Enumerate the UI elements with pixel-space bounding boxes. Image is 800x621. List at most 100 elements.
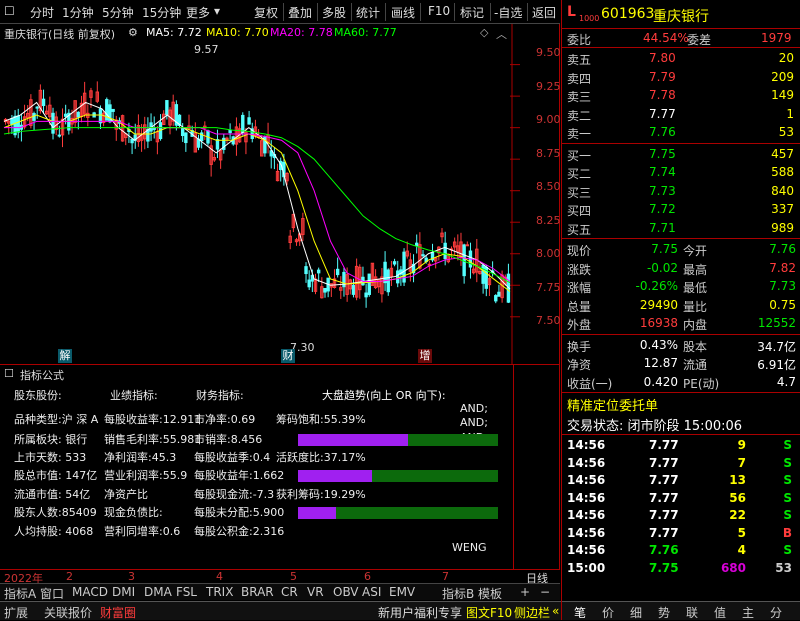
ind-tab[interactable]: BRAR (241, 585, 274, 599)
btn-wealth[interactable]: 财富圈 (100, 604, 136, 621)
tick-side: S (783, 438, 792, 452)
btn-back[interactable]: 返回 (532, 4, 556, 21)
btn-fuquan[interactable]: 复权 (254, 4, 278, 21)
ind-tab[interactable]: + (520, 585, 530, 599)
stat-value: 0.43% (639, 337, 678, 352)
ind-tab[interactable]: 指标B (442, 585, 474, 602)
weicha-label: 委差 (687, 33, 712, 47)
weibi-value: 44.54% (643, 31, 689, 45)
ind-tab[interactable]: FSL (176, 585, 197, 599)
ind-tab[interactable]: EMV (389, 585, 415, 599)
ind-tab-holders[interactable]: 股东股份: (14, 387, 62, 403)
ind-tab[interactable]: DMI (112, 585, 135, 599)
candle-body (241, 114, 245, 134)
y-tick: 8.75 (536, 147, 561, 160)
sell-row[interactable]: 卖四 7.79 209 (561, 69, 800, 87)
buy-price: 7.72 (649, 202, 676, 216)
weng-label: WENG (452, 541, 487, 554)
tab-more[interactable]: 更多 (186, 4, 210, 21)
jz-row[interactable]: 精准定位委托单 (561, 394, 800, 414)
tick-volume: 4 (737, 543, 746, 557)
ind-tab[interactable]: DMA (144, 585, 172, 599)
tab-1min[interactable]: 1分钟 (62, 4, 94, 21)
btn-expand[interactable]: 扩展 (4, 604, 28, 621)
ind-tab[interactable]: MACD (72, 585, 108, 599)
sell-row[interactable]: 卖一 7.76 53 (561, 124, 800, 142)
buy-volume: 989 (771, 220, 794, 235)
candle-body (35, 106, 39, 109)
sell-row[interactable]: 卖五 7.80 20 (561, 50, 800, 68)
stat-label: 换手 (567, 339, 592, 354)
ind-tab[interactable]: 指标A (4, 585, 36, 602)
buy-level: 买二 (567, 167, 592, 181)
btn-draw[interactable]: 画线 (391, 4, 415, 21)
info-eps-rate: 每股收益率:12.911 (104, 413, 202, 426)
ind-tab[interactable]: ASI (362, 585, 381, 599)
checkbox-icon[interactable]: ☐ (4, 4, 15, 18)
btn-multi[interactable]: 多股 (322, 4, 346, 21)
btn-stats[interactable]: 统计 (356, 4, 380, 21)
buy-row[interactable]: 买三 7.73 840 (561, 183, 800, 201)
buy-row[interactable]: 买二 7.74 588 (561, 164, 800, 182)
tick-time: 14:56 (567, 525, 606, 540)
ind-tab[interactable]: CR (281, 585, 298, 599)
dropdown-icon[interactable]: ▾ (214, 4, 220, 18)
stat-value: 0.420 (643, 374, 678, 389)
sell-row[interactable]: 卖二 7.77 1 (561, 106, 800, 124)
candle-body (130, 138, 134, 144)
marker-cai[interactable]: 财 (281, 349, 295, 363)
tick-side: S (783, 490, 792, 505)
btn-watchlist[interactable]: -自选 (494, 4, 522, 21)
candle-body (76, 111, 81, 118)
ind-tab[interactable]: 模板 (478, 585, 502, 602)
marker-jie[interactable]: 解 (58, 349, 72, 363)
and-label: AND; (460, 402, 488, 415)
tab-15min[interactable]: 15分钟 (142, 4, 181, 21)
buy-row[interactable]: 买一 7.75 457 (561, 146, 800, 164)
ind-tab-finance[interactable]: 财务指标: (196, 387, 244, 403)
btn-overlay[interactable]: 叠加 (288, 4, 312, 21)
buy-row[interactable]: 买五 7.71 989 (561, 220, 800, 238)
btn-mark[interactable]: 标记 (460, 4, 484, 21)
checkbox-icon[interactable]: ☐ (4, 367, 14, 380)
btn-related[interactable]: 关联报价 (44, 604, 92, 621)
sell-level: 卖三 (567, 90, 592, 104)
trade-status: 交易状态: 闭市阶段 15:00:06 (567, 419, 743, 434)
tab-5min[interactable]: 5分钟 (102, 4, 134, 21)
ind-tab[interactable]: 窗口 (40, 585, 64, 602)
kline-chart[interactable]: 重庆银行(日线 前复权) ⚙ MA5: 7.72 MA10: 7.70 MA20… (0, 24, 561, 364)
ind-tab-performance[interactable]: 业绩指标: (110, 387, 158, 403)
ind-tab-trend[interactable]: 大盘趋势(向上 OR 向下): (322, 387, 446, 403)
panel-divider (561, 0, 562, 620)
candle-body (41, 98, 46, 107)
chevron-icon[interactable]: « (552, 604, 559, 618)
stat-label: 流通 (683, 358, 708, 372)
candle-body (383, 261, 387, 284)
btn-sidebar[interactable]: 侧边栏 (514, 604, 550, 621)
btn-f10-text[interactable]: 图文F10 (466, 604, 512, 621)
tab-fenshi[interactable]: 分时 (30, 4, 54, 21)
tick-price: 7.77 (649, 490, 679, 505)
candle-body (57, 134, 62, 137)
ind-tab[interactable]: TRIX (206, 585, 233, 599)
ind-tab[interactable]: OBV (333, 585, 359, 599)
btn-f10[interactable]: F10 (428, 4, 450, 18)
ind-tab[interactable]: − (540, 585, 550, 599)
tick-volume: 7 (737, 455, 746, 470)
tick-row: 14:56 7.77 13 S (561, 472, 800, 490)
info-reserve: 每股公积金:2.316 (194, 525, 285, 538)
sell-row[interactable]: 卖三 7.78 149 (561, 87, 800, 105)
info-activity: 活跃度比:37.17% (276, 451, 366, 464)
stat2-row: 收益(一) 0.420 PE(动) 4.7 (561, 374, 800, 392)
candle-body (415, 242, 419, 247)
marker-zeng[interactable]: 增 (418, 349, 432, 363)
info-eps-y: 每股收益年:1.662 (194, 469, 285, 482)
tick-time: 14:56 (567, 473, 606, 487)
ind-tab[interactable]: VR (307, 585, 324, 599)
series-line-ma10 (3, 114, 511, 292)
candle-body (316, 269, 321, 274)
info-eps-q: 每股收益季:0.4 (194, 451, 271, 464)
buy-row[interactable]: 买四 7.72 337 (561, 201, 800, 219)
stat-value: 12.87 (643, 356, 678, 370)
promo-text[interactable]: 新用户福利专享 (378, 604, 462, 621)
